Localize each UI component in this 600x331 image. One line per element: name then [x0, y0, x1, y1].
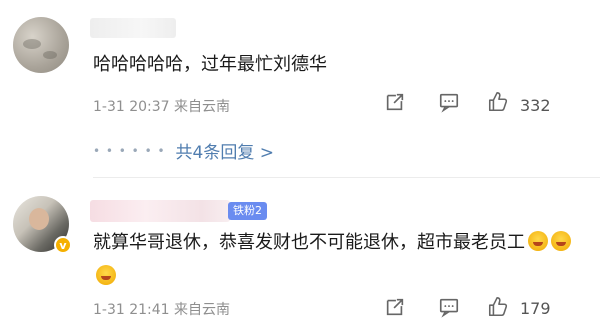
- comment-location: 来自云南: [174, 99, 231, 115]
- comment-button[interactable]: [438, 91, 460, 119]
- verified-badge-icon: v: [54, 236, 72, 254]
- like-count: 332: [520, 96, 551, 115]
- comment-text: 哈哈哈哈哈，过年最忙刘德华: [93, 54, 327, 75]
- comment-time: 1-31 20:37: [93, 99, 170, 115]
- comment-item-2: 铁粉2 就算华哥退休，恭喜发财也不可能退休，超市最老员工 1-31 21:41 …: [0, 178, 600, 331]
- comment-button[interactable]: [438, 296, 460, 324]
- like-button[interactable]: [487, 91, 509, 119]
- comment-text-content: 就算华哥退休，恭喜发财也不可能退休，超市最老员工: [93, 232, 525, 253]
- dots-divider: • • • • • •: [93, 144, 166, 158]
- surprised-emoji-icon: [96, 265, 116, 285]
- comment-icon: [439, 93, 459, 113]
- like-icon: [488, 297, 508, 317]
- like-count: 179: [520, 299, 551, 318]
- fan-badge: 铁粉2: [228, 202, 267, 220]
- avatar[interactable]: [13, 17, 69, 73]
- comment-time: 1-31 21:41: [93, 302, 170, 318]
- share-button[interactable]: [384, 296, 406, 324]
- comment-text: 就算华哥退休，恭喜发财也不可能退休，超市最老员工: [93, 226, 593, 294]
- comment-icon: [439, 298, 459, 318]
- username-blurred[interactable]: [90, 200, 230, 222]
- share-icon: [386, 298, 404, 316]
- share-button[interactable]: [384, 91, 406, 119]
- view-replies-link[interactable]: • • • • • • 共4条回复 >: [93, 138, 274, 163]
- comment-item-1: 哈哈哈哈哈，过年最忙刘德华 1-31 20:37 来自云南 332 • • • …: [0, 0, 600, 178]
- laughing-emoji-icon: [528, 231, 548, 251]
- comment-location: 来自云南: [174, 302, 231, 318]
- username-blurred[interactable]: [90, 18, 176, 38]
- like-icon: [488, 92, 508, 112]
- comment-meta: 1-31 21:41 来自云南: [93, 299, 230, 319]
- surprised-emoji-icon: [551, 231, 571, 251]
- replies-label: 共4条回复 >: [175, 143, 275, 163]
- share-icon: [386, 93, 404, 111]
- comment-meta: 1-31 20:37 来自云南: [93, 96, 230, 116]
- like-button[interactable]: [487, 296, 509, 324]
